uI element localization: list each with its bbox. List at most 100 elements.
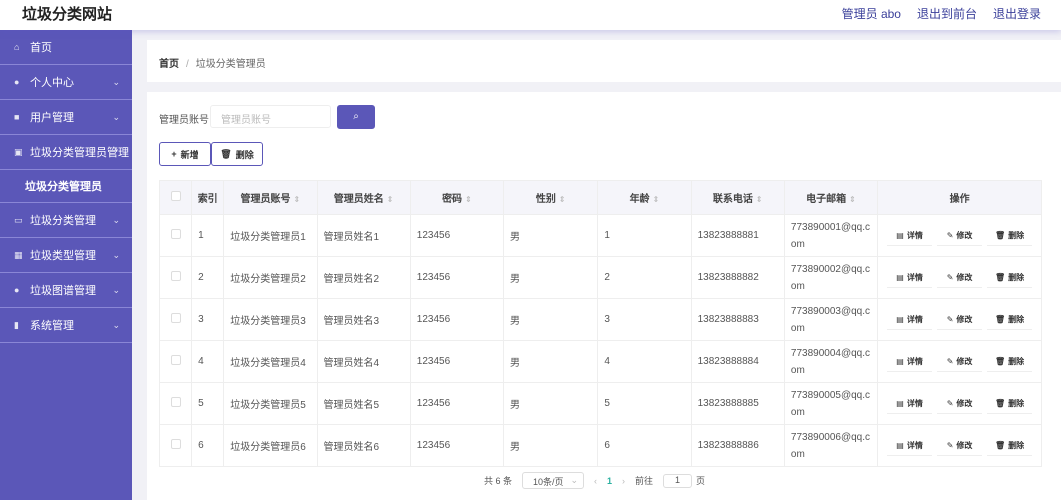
chevron-icon: ⌄	[112, 319, 120, 330]
edit-icon: ✎	[946, 356, 954, 366]
edit-button[interactable]: ✎ 修改	[937, 226, 983, 246]
sidebar-item-2[interactable]: ■ 用户管理 ⌄	[0, 100, 132, 135]
delete-button[interactable]: 🗑 删除	[987, 436, 1033, 456]
sort-icon[interactable]: ⇕	[756, 195, 763, 204]
trash-icon: 🗑	[995, 272, 1006, 282]
sort-icon[interactable]: ⇕	[849, 195, 856, 204]
sidebar-item-3[interactable]: ▣ 垃圾分类管理员管理 ⌃	[0, 135, 132, 170]
chevron-down-icon: ⌄	[570, 475, 579, 485]
delete-button[interactable]: 🗑 删除	[987, 352, 1033, 372]
table-cell: 13823888881	[690, 214, 785, 257]
row-checkbox[interactable]	[158, 298, 193, 341]
select-all-checkbox[interactable]	[158, 180, 193, 215]
row-actions: ▤ 详情 ✎ 修改 🗑 删除	[877, 298, 1042, 341]
sort-icon[interactable]: ⇕	[559, 195, 566, 204]
table-row: 6 垃圾分类管理员6 管理员姓名6 123456 男 6 13823888886 773890…	[158, 424, 1042, 467]
sidebar-subitem-admin[interactable]: 垃圾分类管理员	[0, 170, 132, 203]
edit-button[interactable]: ✎ 修改	[937, 436, 983, 456]
column-header[interactable]: 电子邮箱 ⇕	[783, 180, 879, 215]
edit-button[interactable]: ✎ 修改	[937, 310, 983, 330]
column-header[interactable]: 密码 ⇕	[409, 180, 505, 215]
search-label: 管理员账号	[159, 115, 209, 126]
delete-button[interactable]: 🗑 删除	[211, 142, 263, 166]
frontend-link[interactable]: 退出到前台	[917, 5, 977, 22]
total-count: 共 6 条	[484, 476, 513, 486]
row-checkbox[interactable]	[158, 424, 193, 467]
pagination: 共 6 条 10条/页 ⌄ ‹ 1 › 前往 1 页	[484, 472, 705, 489]
next-page-button[interactable]: ›	[622, 476, 625, 486]
sidebar-item-label: 用户管理	[30, 112, 74, 124]
detail-button[interactable]: ▤ 详情	[887, 310, 933, 330]
logout-link[interactable]: 退出登录	[993, 5, 1041, 22]
edit-icon: ✎	[946, 440, 954, 450]
sidebar-item-1[interactable]: ● 个人中心 ⌄	[0, 65, 132, 100]
delete-button[interactable]: 🗑 删除	[987, 310, 1033, 330]
add-button[interactable]: + 新增	[159, 142, 211, 166]
table-cell: 773890002@qq.com	[783, 256, 879, 299]
detail-icon: ▤	[896, 230, 904, 240]
column-header[interactable]: 性别 ⇕	[503, 180, 599, 215]
table-cell: 123456	[409, 340, 505, 383]
sidebar-item-7[interactable]: ▮ 系统管理 ⌄	[0, 308, 132, 343]
table-cell: 13823888882	[690, 256, 785, 299]
admin-table: 索引 管理员账号 ⇕ 管理员姓名 ⇕ 密码 ⇕ 性别 ⇕ 年龄 ⇕ 联系电话 ⇕ 电子邮箱 ⇕ 操作 1 垃圾分…	[158, 180, 1042, 467]
delete-button[interactable]: 🗑 删除	[987, 268, 1033, 288]
page-1[interactable]: 1	[607, 476, 612, 486]
row-checkbox[interactable]	[158, 256, 193, 299]
sort-icon[interactable]: ⇕	[653, 195, 660, 204]
sidebar-item-4[interactable]: ▭ 垃圾分类管理 ⌄	[0, 203, 132, 238]
delete-button[interactable]: 🗑 删除	[987, 394, 1033, 414]
search-input[interactable]: 管理员账号	[210, 105, 331, 128]
search-button[interactable]: ⌕	[337, 105, 375, 129]
table-cell: 773890004@qq.com	[783, 340, 879, 383]
row-checkbox[interactable]	[158, 214, 193, 257]
column-header[interactable]: 联系电话 ⇕	[690, 180, 785, 215]
edit-button[interactable]: ✎ 修改	[937, 352, 983, 372]
detail-button[interactable]: ▤ 详情	[887, 226, 933, 246]
column-header[interactable]: 年龄 ⇕	[597, 180, 692, 215]
sort-icon[interactable]: ⇕	[294, 195, 301, 204]
page-size-select[interactable]: 10条/页 ⌄	[522, 472, 585, 489]
table-cell: 773890003@qq.com	[783, 298, 879, 341]
search-icon: ⌕	[353, 111, 359, 122]
detail-icon: ▤	[896, 314, 904, 324]
table-cell: 1	[597, 214, 692, 257]
sidebar-item-5[interactable]: ▦ 垃圾类型管理 ⌄	[0, 238, 132, 273]
sidebar-item-0[interactable]: ⌂ 首页	[0, 30, 132, 65]
detail-button[interactable]: ▤ 详情	[887, 268, 933, 288]
breadcrumb-home[interactable]: 首页	[159, 59, 179, 70]
detail-button[interactable]: ▤ 详情	[887, 394, 933, 414]
table-cell: 3	[597, 298, 692, 341]
sort-icon[interactable]: ⇕	[387, 195, 394, 204]
detail-button[interactable]: ▤ 详情	[887, 436, 933, 456]
top-bar: 垃圾分类网站 管理员 abo 退出到前台 退出登录	[0, 0, 1061, 30]
edit-button[interactable]: ✎ 修改	[937, 268, 983, 288]
admin-user-link[interactable]: 管理员 abo	[842, 5, 901, 22]
sidebar-item-label: 垃圾图谱管理	[30, 285, 96, 297]
table-row: 4 垃圾分类管理员4 管理员姓名4 123456 男 4 13823888884 773890…	[158, 340, 1042, 383]
chevron-icon: ⌄	[112, 249, 120, 260]
edit-button[interactable]: ✎ 修改	[937, 394, 983, 414]
detail-icon: ▤	[896, 440, 904, 450]
table-cell: 管理员姓名1	[316, 214, 411, 257]
row-checkbox[interactable]	[158, 340, 193, 383]
trash-icon: 🗑	[995, 230, 1006, 240]
sort-icon[interactable]: ⇕	[465, 195, 472, 204]
sidebar-item-6[interactable]: ● 垃圾图谱管理 ⌄	[0, 273, 132, 308]
prev-page-button[interactable]: ‹	[594, 476, 597, 486]
delete-button[interactable]: 🗑 删除	[987, 226, 1033, 246]
table-cell: 123456	[409, 382, 505, 425]
column-header[interactable]: 管理员姓名 ⇕	[316, 180, 411, 215]
detail-button[interactable]: ▤ 详情	[887, 352, 933, 372]
user-icon: ●	[14, 285, 20, 295]
breadcrumb-current: 垃圾分类管理员	[195, 59, 266, 70]
row-actions: ▤ 详情 ✎ 修改 🗑 删除	[877, 382, 1042, 425]
trash-icon: 🗑	[220, 148, 232, 159]
bar-chart-icon: ▮	[14, 319, 19, 330]
goto-page-input[interactable]: 1	[663, 473, 693, 488]
home-icon: ⌂	[14, 42, 20, 52]
table-cell: 6	[191, 424, 225, 467]
row-checkbox[interactable]	[158, 382, 193, 425]
column-header[interactable]: 管理员账号 ⇕	[223, 180, 318, 215]
table-cell: 管理员姓名3	[316, 298, 411, 341]
